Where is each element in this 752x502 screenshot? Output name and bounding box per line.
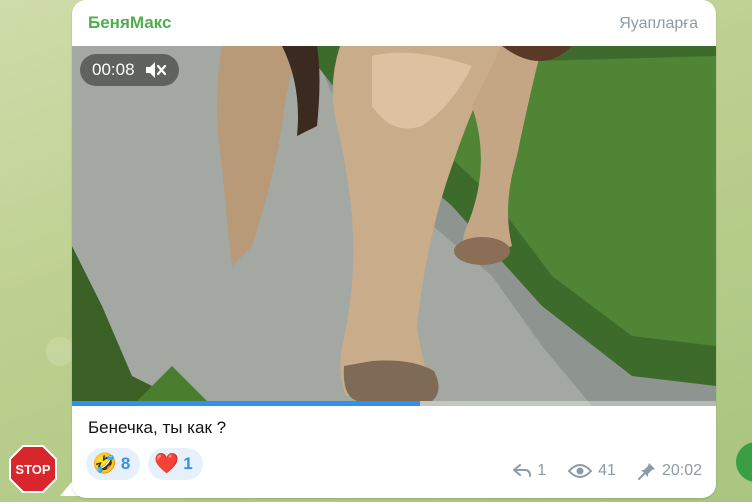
reaction-rofl[interactable]: 🤣 8 xyxy=(86,448,141,480)
video-progress-track[interactable] xyxy=(72,401,716,406)
heart-emoji-icon: ❤️ xyxy=(154,453,180,475)
message-meta: 1 41 20:02 xyxy=(513,462,702,480)
reactions-row: 🤣 8 ❤️ 1 xyxy=(86,448,203,480)
replies-link[interactable]: Яуапларға xyxy=(619,15,698,33)
stop-sign-sticker: STOP xyxy=(9,445,57,493)
reaction-heart[interactable]: ❤️ 1 xyxy=(148,448,203,480)
message-time: 20:02 xyxy=(661,462,702,479)
reaction-count: 8 xyxy=(120,454,131,473)
speaker-muted-icon[interactable] xyxy=(145,61,167,79)
video-player[interactable]: 00:08 xyxy=(72,46,716,406)
replies-number: 1 xyxy=(537,462,547,479)
video-timestamp: 00:08 xyxy=(92,60,135,79)
stop-sign-label: STOP xyxy=(15,462,50,477)
rofl-emoji-icon: 🤣 xyxy=(92,453,117,475)
video-frame xyxy=(72,46,716,406)
eye-icon xyxy=(568,464,593,478)
reply-arrow-icon xyxy=(513,464,532,477)
reaction-count: 1 xyxy=(183,454,193,473)
video-progress-fill xyxy=(72,401,420,406)
pin-icon xyxy=(637,463,655,480)
replies-count[interactable]: 1 xyxy=(513,462,546,480)
message-time-group: 20:02 xyxy=(637,462,702,480)
message-caption: Бенечка, ты как ? xyxy=(88,418,227,437)
message-bubble[interactable]: БеняМакс Яуапларға 00:08 Бенечка, ты как… xyxy=(72,0,716,498)
views-count: 41 xyxy=(568,462,616,480)
views-number: 41 xyxy=(598,462,616,479)
sender-name[interactable]: БеняМакс xyxy=(88,13,171,33)
video-time-badge[interactable]: 00:08 xyxy=(80,54,179,86)
